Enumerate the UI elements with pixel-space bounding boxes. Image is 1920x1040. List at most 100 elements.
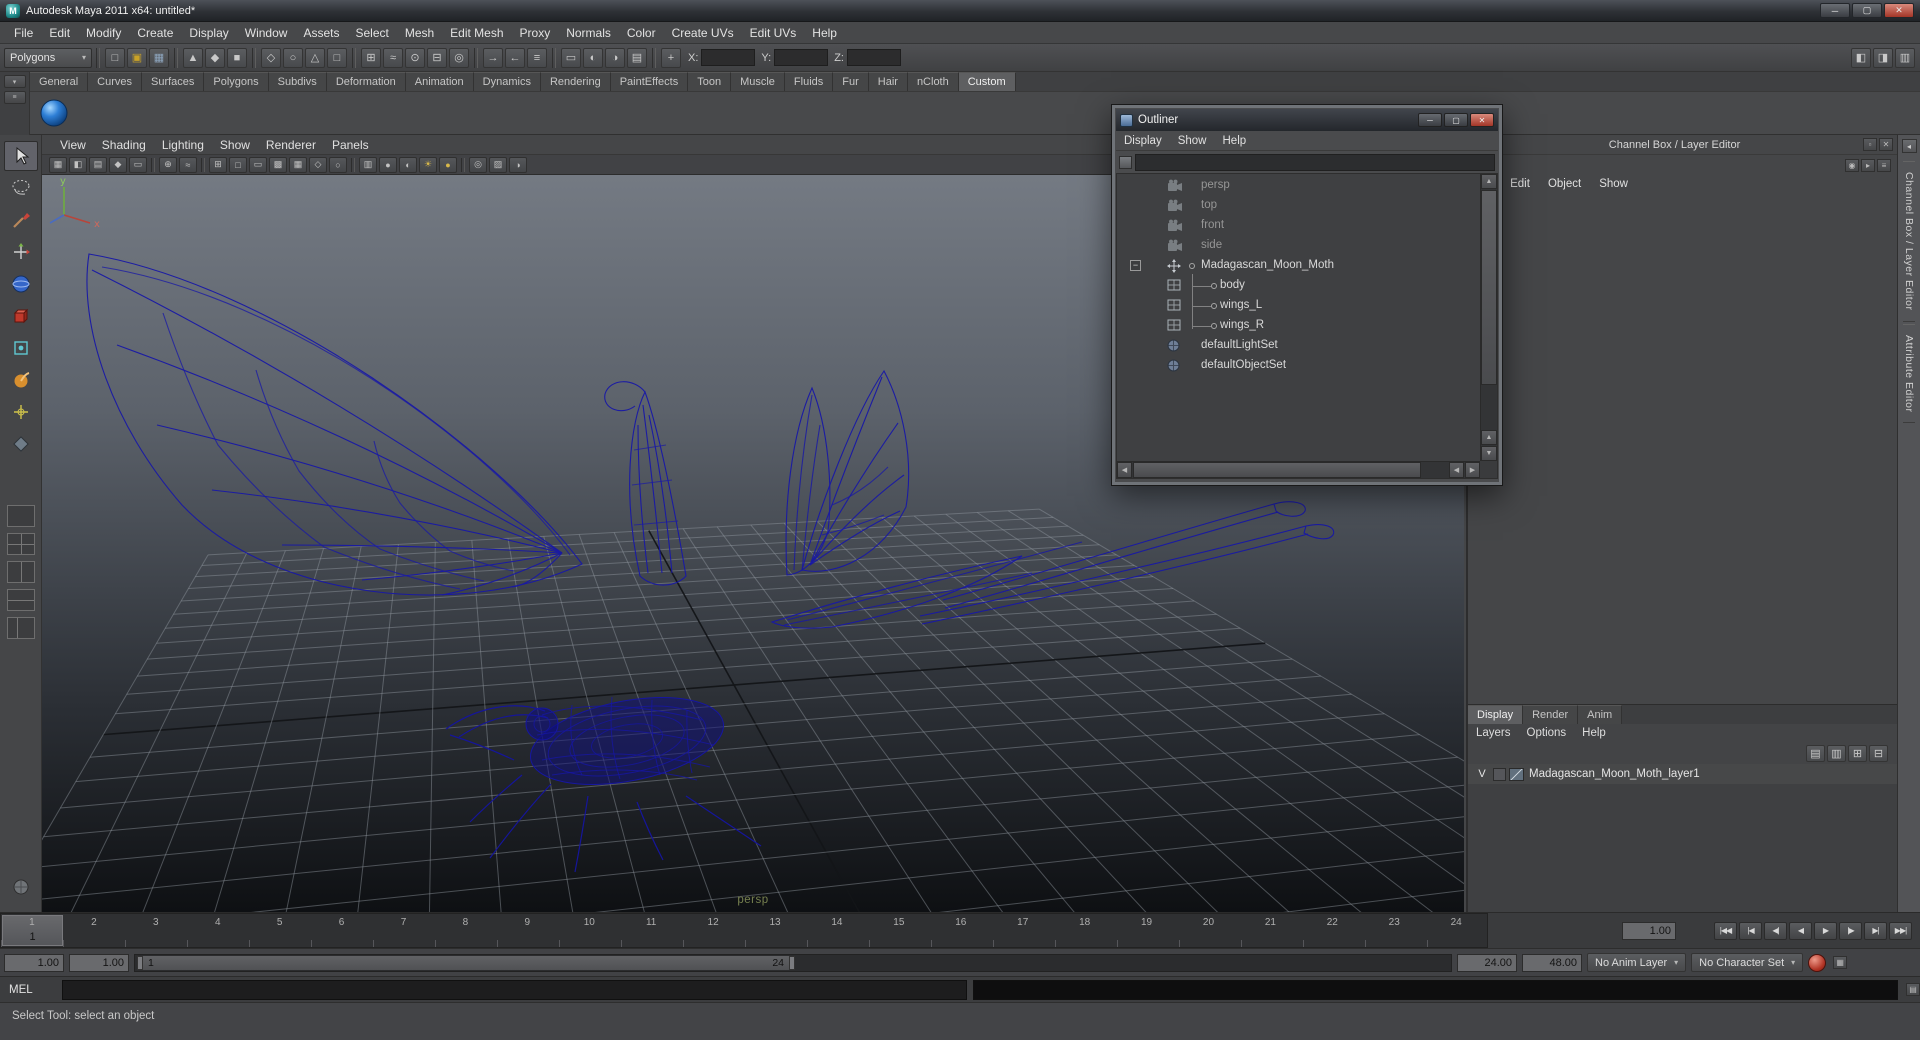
menu-item[interactable]: File [6, 22, 41, 44]
animation-preferences-icon[interactable]: ▦ [1833, 956, 1848, 969]
script-editor-icon[interactable]: ▤ [1906, 983, 1920, 996]
shelf-tab[interactable]: Deformation [326, 72, 406, 91]
layer-playback-toggle[interactable] [1493, 767, 1506, 781]
step-forward-key-button[interactable]: |▶ [1839, 921, 1862, 940]
sort-layers-icon[interactable]: ▥ [1827, 744, 1846, 762]
outliner-search-input[interactable] [1135, 153, 1495, 171]
rotate-tool[interactable] [4, 269, 38, 299]
outliner-menu-item[interactable]: Help [1215, 135, 1255, 147]
play-backwards-button[interactable]: ◀ [1789, 921, 1812, 940]
last-tool-slot[interactable] [4, 429, 38, 459]
menu-item[interactable]: Create [129, 22, 181, 44]
shelf-tab[interactable]: Polygons [204, 72, 269, 91]
translate-tool[interactable] [4, 237, 38, 267]
outliner-item-moth[interactable]: − Madagascan_Moon_Moth [1117, 256, 1480, 276]
shelf-tab[interactable]: Fluids [784, 72, 834, 91]
panel-menu-item[interactable]: Panels [324, 138, 377, 152]
new-empty-layer-icon[interactable]: ⊞ [1848, 744, 1867, 762]
custom-shelf-item-icon[interactable] [36, 95, 72, 131]
maximize-icon[interactable]: ▢ [1444, 113, 1468, 127]
universal-manipulator-tool[interactable] [4, 333, 38, 363]
current-time-field[interactable] [1622, 921, 1676, 940]
window-titlebar[interactable]: M Autodesk Maya 2011 x64: untitled* ─ ▢ … [0, 0, 1920, 22]
menu-item[interactable]: Modify [78, 22, 129, 44]
step-back-frame-button[interactable]: |◀ [1739, 921, 1762, 940]
shelf-tab[interactable]: PaintEffects [610, 72, 689, 91]
layer-visibility-toggle[interactable]: V [1474, 768, 1490, 780]
panel-menu-item[interactable]: Lighting [154, 138, 212, 152]
scroll-right-icon[interactable]: ▶ [1465, 462, 1480, 478]
time-slider[interactable]: 1 1 2 3 4 5 6 7 8 9 10 11 12 13 14 15 16… [0, 913, 1488, 948]
outliner-item-side[interactable]: side [1117, 236, 1480, 256]
image-plane-icon[interactable]: ▭ [129, 156, 147, 173]
mask-misc-icon[interactable]: □ [327, 47, 347, 68]
snap-curve-icon[interactable]: ≈ [383, 47, 403, 68]
undock-icon[interactable]: ▫ [1863, 138, 1877, 151]
outliner-item-persp[interactable]: persp [1117, 176, 1480, 196]
select-camera-icon[interactable]: ▦ [49, 156, 67, 173]
horizontal-scroll-thumb[interactable] [1133, 462, 1421, 478]
command-line-language-label[interactable]: MEL [0, 984, 62, 996]
outliner-item-body[interactable]: body [1117, 276, 1480, 296]
outliner-item-wings-l[interactable]: wings_L [1117, 296, 1480, 316]
resolution-gate-icon[interactable]: ▭ [249, 156, 267, 173]
menu-item[interactable]: Assets [295, 22, 347, 44]
safe-action-icon[interactable]: ◇ [309, 156, 327, 173]
two-d-pan-zoom-icon[interactable]: ⊕ [159, 156, 177, 173]
isolate-select-icon[interactable]: ◎ [469, 156, 487, 173]
close-icon[interactable]: ✕ [1884, 3, 1914, 18]
construction-history-icon[interactable]: ≡ [527, 47, 547, 68]
menu-item[interactable]: Edit UVs [742, 22, 805, 44]
panel-menu-item[interactable]: Renderer [258, 138, 324, 152]
grease-pencil-icon[interactable]: ≈ [179, 156, 197, 173]
select-hierarchy-icon[interactable]: ▲ [183, 47, 203, 68]
vertical-scroll-thumb[interactable] [1481, 190, 1497, 385]
bookmarks-icon[interactable]: ◆ [109, 156, 127, 173]
render-current-frame-icon[interactable]: ◐ [583, 47, 603, 68]
animation-end-field[interactable] [1522, 953, 1582, 972]
menu-item[interactable]: Display [181, 22, 236, 44]
show-manipulator-tool[interactable] [4, 397, 38, 427]
auto-keyframe-toggle-icon[interactable] [1808, 953, 1827, 972]
menu-item[interactable]: Help [804, 22, 845, 44]
shelf-tab[interactable]: Hair [868, 72, 908, 91]
output-connections-icon[interactable]: ← [505, 47, 525, 68]
range-slider-block[interactable]: 1 24 [137, 955, 795, 970]
menu-item[interactable]: Normals [558, 22, 619, 44]
panel-menu-item[interactable]: View [52, 138, 94, 152]
shelf-tab[interactable]: Rendering [540, 72, 611, 91]
gate-mask-icon[interactable]: ▩ [269, 156, 287, 173]
play-forwards-button[interactable]: ▶ [1814, 921, 1837, 940]
safe-title-icon[interactable]: ○ [329, 156, 347, 173]
lock-camera-icon[interactable]: ◧ [69, 156, 87, 173]
shelf-tab[interactable]: Fur [833, 72, 869, 91]
close-icon[interactable]: ✕ [1470, 113, 1494, 127]
shelf-tab[interactable]: Subdivs [268, 72, 327, 91]
menu-item[interactable]: Create UVs [664, 22, 742, 44]
paint-selection-tool[interactable] [4, 205, 38, 235]
mask-surfaces-icon[interactable]: △ [305, 47, 325, 68]
shaded-display-icon[interactable]: ● [379, 156, 397, 173]
ipr-render-icon[interactable]: ◑ [605, 47, 625, 68]
show-channel-box-icon[interactable]: ▥ [1895, 47, 1915, 68]
mask-lines-icon[interactable]: ○ [283, 47, 303, 68]
film-gate-icon[interactable]: □ [229, 156, 247, 173]
new-scene-icon[interactable]: □ [105, 47, 125, 68]
camera-attributes-icon[interactable]: ▤ [89, 156, 107, 173]
snap-plane-icon[interactable]: ⊟ [427, 47, 447, 68]
menu-item[interactable]: Mesh [397, 22, 442, 44]
mask-points-icon[interactable]: ◇ [261, 47, 281, 68]
filter-icon[interactable] [1119, 155, 1132, 169]
menu-item[interactable]: Select [347, 22, 396, 44]
shelf-tab[interactable]: General [30, 72, 89, 91]
shelf-tab[interactable]: nCloth [907, 72, 959, 91]
collapse-icon[interactable]: − [1130, 260, 1141, 271]
range-start-handle[interactable] [137, 955, 143, 970]
command-line-input[interactable] [62, 979, 967, 1000]
scroll-up-icon[interactable]: ▲ [1481, 174, 1497, 189]
layer-menu-item[interactable]: Options [1519, 727, 1575, 739]
close-panel-icon[interactable]: ✕ [1879, 138, 1893, 151]
range-slider[interactable]: 1 24 [134, 953, 1452, 972]
go-to-start-button[interactable]: |◀◀ [1714, 921, 1737, 940]
menu-item[interactable]: Color [619, 22, 664, 44]
